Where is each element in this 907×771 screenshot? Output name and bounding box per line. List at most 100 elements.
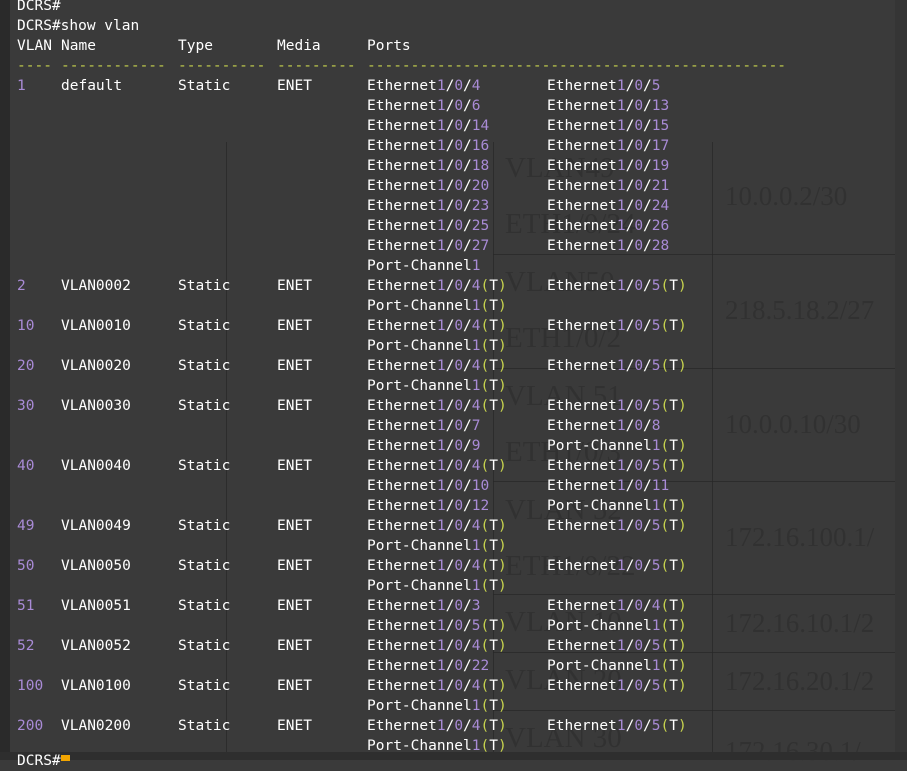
- port-name: Ethernet1/0/4(T): [367, 458, 507, 474]
- port-name: Ethernet1/0/17: [547, 138, 670, 154]
- vlan-type: Static: [178, 678, 231, 694]
- vlan-name: VLAN0100: [61, 678, 131, 694]
- port-name: Ethernet1/0/4(T): [367, 398, 507, 414]
- col-type-header: Type: [178, 38, 213, 54]
- port-name: Ethernet1/0/10: [367, 478, 490, 494]
- vlan-id: 200: [17, 718, 44, 734]
- vlan-id: 30: [17, 398, 35, 414]
- port-name: Ethernet1/0/4(T): [367, 678, 507, 694]
- vlan-row-continuation: Ethernet1/0/18 Ethernet1/0/19: [0, 156, 907, 176]
- vlan-row: 1 default Static ENET Ethernet1/0/4 Ethernet1…: [0, 76, 907, 96]
- vlan-type: Static: [178, 318, 231, 334]
- vlan-media: ENET: [277, 638, 312, 654]
- port-name: Ethernet1/0/4(T): [367, 718, 507, 734]
- port-name: Ethernet1/0/5: [547, 78, 661, 94]
- port-name: Ethernet1/0/5(T): [547, 678, 687, 694]
- port-name: Ethernet1/0/24: [547, 198, 670, 214]
- port-name: Ethernet1/0/4(T): [367, 318, 507, 334]
- port-name: Port-Channel1(T): [367, 338, 507, 354]
- vlan-media: ENET: [277, 358, 312, 374]
- port-name: Ethernet1/0/4(T): [367, 358, 507, 374]
- vlan-name: VLAN0051: [61, 598, 131, 614]
- vlan-media: ENET: [277, 78, 312, 94]
- vlan-id: 10: [17, 318, 35, 334]
- vlan-type: Static: [178, 398, 231, 414]
- col-media-header: Media: [277, 38, 321, 54]
- vlan-row-continuation: Port-Channel1(T): [0, 576, 907, 596]
- vlan-id: 1: [17, 78, 26, 94]
- port-name: Ethernet1/0/21: [547, 178, 670, 194]
- vlan-row-continuation: Ethernet1/0/10 Ethernet1/0/11: [0, 476, 907, 496]
- vlan-row: 20 VLAN0020 Static ENET Ethernet1/0/4(T) Ethe…: [0, 356, 907, 376]
- vlan-row-continuation: Port-Channel1(T): [0, 536, 907, 556]
- port-name: Ethernet1/0/4(T): [367, 518, 507, 534]
- port-name: Ethernet1/0/4(T): [367, 638, 507, 654]
- port-name: Ethernet1/0/7: [367, 418, 481, 434]
- port-name: Ethernet1/0/20: [367, 178, 490, 194]
- port-name: Ethernet1/0/12: [367, 498, 490, 514]
- port-name: Port-Channel1(T): [367, 698, 507, 714]
- port-name: Port-Channel1(T): [367, 298, 507, 314]
- vlan-row-continuation: Ethernet1/0/23 Ethernet1/0/24: [0, 196, 907, 216]
- port-name: Ethernet1/0/8: [547, 418, 661, 434]
- vlan-type: Static: [178, 78, 231, 94]
- vlan-row-continuation: Port-Channel1(T): [0, 696, 907, 716]
- port-name: Ethernet1/0/22: [367, 658, 490, 674]
- terminal-cursor: [61, 755, 70, 761]
- vlan-name: VLAN0010: [61, 318, 131, 334]
- port-name: Ethernet1/0/13: [547, 98, 670, 114]
- col-ports-header: Ports: [367, 38, 411, 54]
- vlan-row-continuation: Ethernet1/0/16 Ethernet1/0/17: [0, 136, 907, 156]
- port-name: Ethernet1/0/5(T): [547, 718, 687, 734]
- vlan-type: Static: [178, 458, 231, 474]
- vlan-row: 49 VLAN0049 Static ENET Ethernet1/0/4(T) Ethe…: [0, 516, 907, 536]
- vlan-row: 40 VLAN0040 Static ENET Ethernet1/0/4(T) Ethe…: [0, 456, 907, 476]
- vlan-row-continuation: Port-Channel1(T): [0, 296, 907, 316]
- port-name: Port-Channel1(T): [547, 618, 687, 634]
- vlan-media: ENET: [277, 678, 312, 694]
- vlan-row-continuation: Ethernet1/0/12 Port-Channel1(T): [0, 496, 907, 516]
- vlan-name: VLAN0020: [61, 358, 131, 374]
- vlan-row-continuation: Ethernet1/0/14 Ethernet1/0/15: [0, 116, 907, 136]
- vlan-id: 40: [17, 458, 35, 474]
- vlan-row: 10 VLAN0010 Static ENET Ethernet1/0/4(T) Ethe…: [0, 316, 907, 336]
- vlan-media: ENET: [277, 718, 312, 734]
- port-name: Ethernet1/0/3: [367, 598, 481, 614]
- vlan-name: VLAN0050: [61, 558, 131, 574]
- vlan-name: VLAN0052: [61, 638, 131, 654]
- vlan-id: 49: [17, 518, 35, 534]
- vlan-media: ENET: [277, 398, 312, 414]
- port-name: Ethernet1/0/28: [547, 238, 670, 254]
- column-header-row: VLAN Name Type Media Ports: [0, 36, 907, 56]
- port-name: Ethernet1/0/5(T): [547, 358, 687, 374]
- port-name: Port-Channel1(T): [547, 498, 687, 514]
- port-name: Ethernet1/0/18: [367, 158, 490, 174]
- vlan-row: 52 VLAN0052 Static ENET Ethernet1/0/4(T) Ethe…: [0, 636, 907, 656]
- vlan-id: 50: [17, 558, 35, 574]
- vlan-media: ENET: [277, 318, 312, 334]
- port-name: Ethernet1/0/23: [367, 198, 490, 214]
- port-name: Ethernet1/0/4(T): [367, 558, 507, 574]
- port-name: Port-Channel1(T): [367, 538, 507, 554]
- port-name: Port-Channel1(T): [547, 658, 687, 674]
- port-name: Ethernet1/0/5(T): [547, 318, 687, 334]
- vlan-type: Static: [178, 558, 231, 574]
- vlan-row-continuation: Ethernet1/0/25 Ethernet1/0/26: [0, 216, 907, 236]
- port-name: Ethernet1/0/5(T): [547, 398, 687, 414]
- vlan-media: ENET: [277, 558, 312, 574]
- vlan-row: 200 VLAN0200 Static ENET Ethernet1/0/4(T) Eth…: [0, 716, 907, 736]
- port-name: Ethernet1/0/5(T): [547, 638, 687, 654]
- vlan-row-continuation: Ethernet1/0/6 Ethernet1/0/13: [0, 96, 907, 116]
- vlan-row-continuation: Ethernet1/0/7 Ethernet1/0/8: [0, 416, 907, 436]
- vlan-name: VLAN0030: [61, 398, 131, 414]
- vlan-id: 2: [17, 278, 26, 294]
- vlan-row-continuation: Port-Channel1(T): [0, 336, 907, 356]
- vlan-type: Static: [178, 638, 231, 654]
- port-name: Ethernet1/0/25: [367, 218, 490, 234]
- vlan-name: VLAN0040: [61, 458, 131, 474]
- port-name: Ethernet1/0/5(T): [367, 618, 507, 634]
- vlan-name: VLAN0002: [61, 278, 131, 294]
- separator-dashes: ----------: [178, 58, 266, 74]
- vlan-row-continuation: Ethernet1/0/20 Ethernet1/0/21: [0, 176, 907, 196]
- vlan-row-continuation: Ethernet1/0/27 Ethernet1/0/28: [0, 236, 907, 256]
